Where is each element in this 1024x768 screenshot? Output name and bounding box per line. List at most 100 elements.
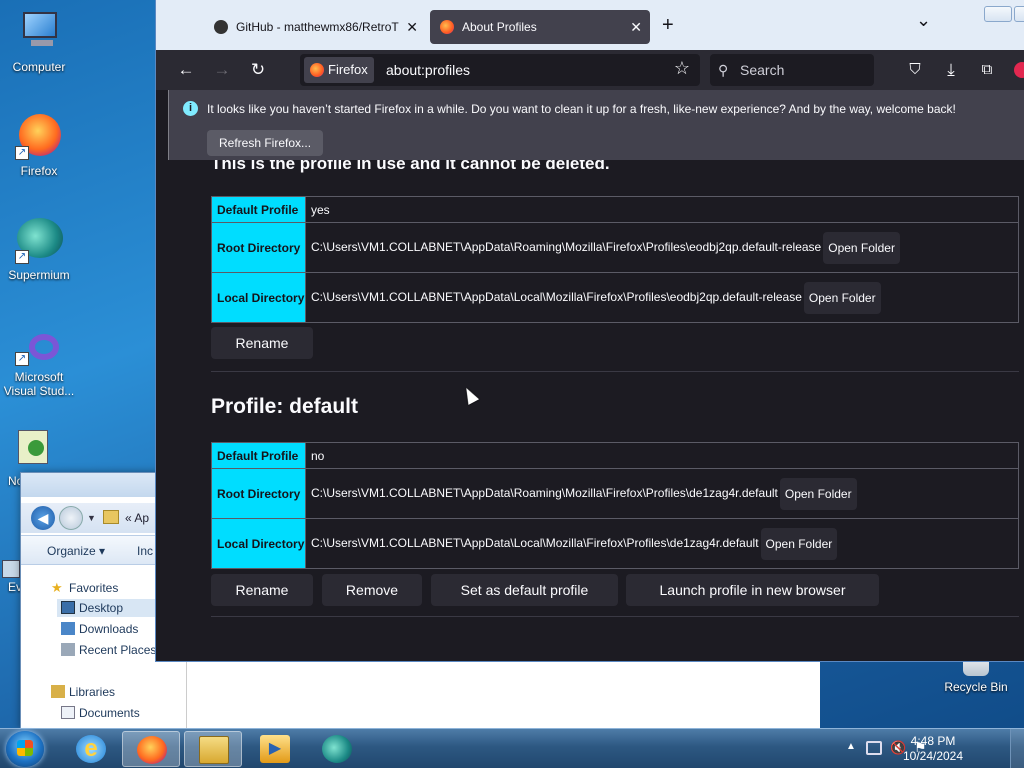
desktop-icon-notepad[interactable]: No [0,426,48,488]
supermium-icon: ↗ [15,216,63,264]
url-text[interactable]: about:profiles [386,54,470,86]
table-row: Default Profile yes [211,196,1019,223]
row-label: Local Directory [211,272,306,323]
firefox-window[interactable]: GitHub - matthewmx86/RetroT ✕ About Prof… [155,0,1024,662]
nav-libraries[interactable]: Libraries [51,683,116,701]
maximize-button[interactable] [1014,6,1024,22]
profile-heading: Profile: default [211,395,359,418]
search-placeholder: Search [740,62,785,78]
row-value-cell: C:\Users\VM1.COLLABNET\AppData\Local\Moz… [305,518,1019,569]
system-clock[interactable]: 4:48 PM 10/24/2024 [898,734,968,764]
bookmark-star-icon[interactable]: ☆ [674,58,690,79]
close-icon[interactable]: ✕ [402,10,418,44]
forward-icon[interactable] [59,506,83,530]
network-icon[interactable] [866,741,882,755]
new-tab-button[interactable]: + [662,14,674,37]
nav-desktop[interactable]: Desktop [57,599,167,617]
row-value: C:\Users\VM1.COLLABNET\AppData\Local\Moz… [311,535,759,550]
nav-favorites-label: Favorites [69,581,119,595]
taskbar-internet-explorer[interactable]: e [62,731,120,767]
open-folder-button[interactable]: Open Folder [779,477,857,510]
refresh-firefox-button[interactable]: Refresh Firefox... [207,130,324,156]
taskbar-supermium[interactable] [308,731,366,767]
nav-downloads-label: Downloads [79,622,139,636]
minimize-button[interactable] [984,6,1012,22]
include-in-library-button[interactable]: Inc [137,544,153,558]
show-hidden-icons-icon[interactable]: ▲ [846,741,856,752]
firefox-icon: ↗ [15,112,63,160]
tab-about-profiles[interactable]: About Profiles ✕ [430,10,650,44]
tab-list-button[interactable]: ⌄ [916,10,931,31]
folder-icon [103,510,119,524]
documents-icon [61,706,75,719]
open-folder-button[interactable]: Open Folder [803,281,881,314]
refresh-notification: i It looks like you haven’t started Fire… [168,90,1024,160]
shortcut-arrow-icon: ↗ [15,352,29,366]
tab-strip: GitHub - matthewmx86/RetroT ✕ About Prof… [156,0,1024,50]
folder-icon [199,736,229,764]
back-icon[interactable]: ← [173,57,199,83]
desktop-icon-label: Computer [12,60,66,74]
rename-button[interactable]: Rename [211,327,313,359]
desktop-icon-computer[interactable]: Computer [0,8,78,74]
set-default-profile-button[interactable]: Set as default profile [431,574,618,606]
nav-downloads[interactable]: Downloads [61,620,139,638]
rename-button[interactable]: Rename [211,574,313,606]
close-icon[interactable]: ✕ [630,10,642,44]
media-player-icon: ▶ [260,735,290,763]
table-row: Root Directory C:\Users\VM1.COLLABNET\Ap… [211,468,1019,519]
notification-text: It looks like you haven’t started Firefo… [207,102,956,116]
start-button[interactable] [6,731,44,767]
tab-github[interactable]: GitHub - matthewmx86/RetroT ✕ [204,10,426,44]
taskbar-firefox[interactable] [122,731,180,767]
url-bar[interactable]: Firefox about:profiles ☆ [300,54,700,86]
firefox-icon [310,63,324,77]
identity-label: Firefox [328,62,368,77]
row-value-cell: C:\Users\VM1.COLLABNET\AppData\Roaming\M… [305,222,1019,273]
desktop-icon-label: Supermium [8,268,70,282]
search-bar[interactable]: ⚲ Search [710,54,874,86]
row-label: Local Directory [211,518,306,569]
address-path[interactable]: « Ap [125,511,149,525]
nav-recent-places[interactable]: Recent Places [61,641,156,659]
row-value: C:\Users\VM1.COLLABNET\AppData\Local\Moz… [311,289,802,304]
account-icon[interactable] [1014,62,1024,78]
firefox-icon [440,20,454,34]
organize-button[interactable]: Organize ▾ [47,544,105,558]
nav-toolbar: ← → ↻ Firefox about:profiles ☆ ⚲ Search … [156,50,1024,90]
table-row: Root Directory C:\Users\VM1.COLLABNET\Ap… [211,222,1019,273]
identity-box[interactable]: Firefox [304,57,374,83]
profile-in-use-note: This is the profile in use and it cannot… [211,160,610,173]
row-value-cell: C:\Users\VM1.COLLABNET\AppData\Local\Moz… [305,272,1019,323]
nav-documents[interactable]: Documents [61,704,140,722]
back-icon[interactable]: ◀ [31,506,55,530]
taskbar-explorer[interactable] [184,731,242,767]
row-value-cell: C:\Users\VM1.COLLABNET\AppData\Roaming\M… [305,468,1019,519]
profile-table-default: Default Profile no Root Directory C:\Use… [211,442,1019,569]
remove-button[interactable]: Remove [322,574,422,606]
row-value: C:\Users\VM1.COLLABNET\AppData\Roaming\M… [311,239,822,254]
open-folder-button[interactable]: Open Folder [823,231,900,264]
row-label: Default Profile [211,442,306,469]
show-desktop-button[interactable] [1010,729,1024,768]
pocket-icon[interactable]: ⛉ [902,57,928,83]
desktop-icon-visual-studio[interactable]: ↗ Microsoft Visual Stud... [0,330,78,398]
desktop-icon-supermium[interactable]: ↗ Supermium [0,216,78,282]
desktop-icon-event[interactable]: Ev [0,560,22,596]
reload-icon[interactable]: ↻ [245,57,271,83]
profile-table-current: Default Profile yes Root Directory C:\Us… [211,196,1019,323]
info-icon: i [183,101,198,116]
table-row: Local Directory C:\Users\VM1.COLLABNET\A… [211,518,1019,569]
nav-libraries-label: Libraries [69,685,116,699]
open-folder-button[interactable]: Open Folder [760,527,838,560]
launch-profile-button[interactable]: Launch profile in new browser [626,574,879,606]
nav-favorites[interactable]: ★ Favorites [51,579,119,597]
visual-studio-icon: ↗ [15,330,63,366]
recent-pages-dropdown-icon[interactable]: ▼ [87,513,96,523]
desktop-icon-firefox[interactable]: ↗ Firefox [0,112,78,178]
forward-icon[interactable]: → [209,57,235,83]
shortcut-arrow-icon: ↗ [15,250,29,264]
taskbar-media-player[interactable]: ▶ [246,731,304,767]
extensions-icon[interactable]: ⧉ [974,57,1000,83]
downloads-icon[interactable]: ⤓ [938,57,964,83]
